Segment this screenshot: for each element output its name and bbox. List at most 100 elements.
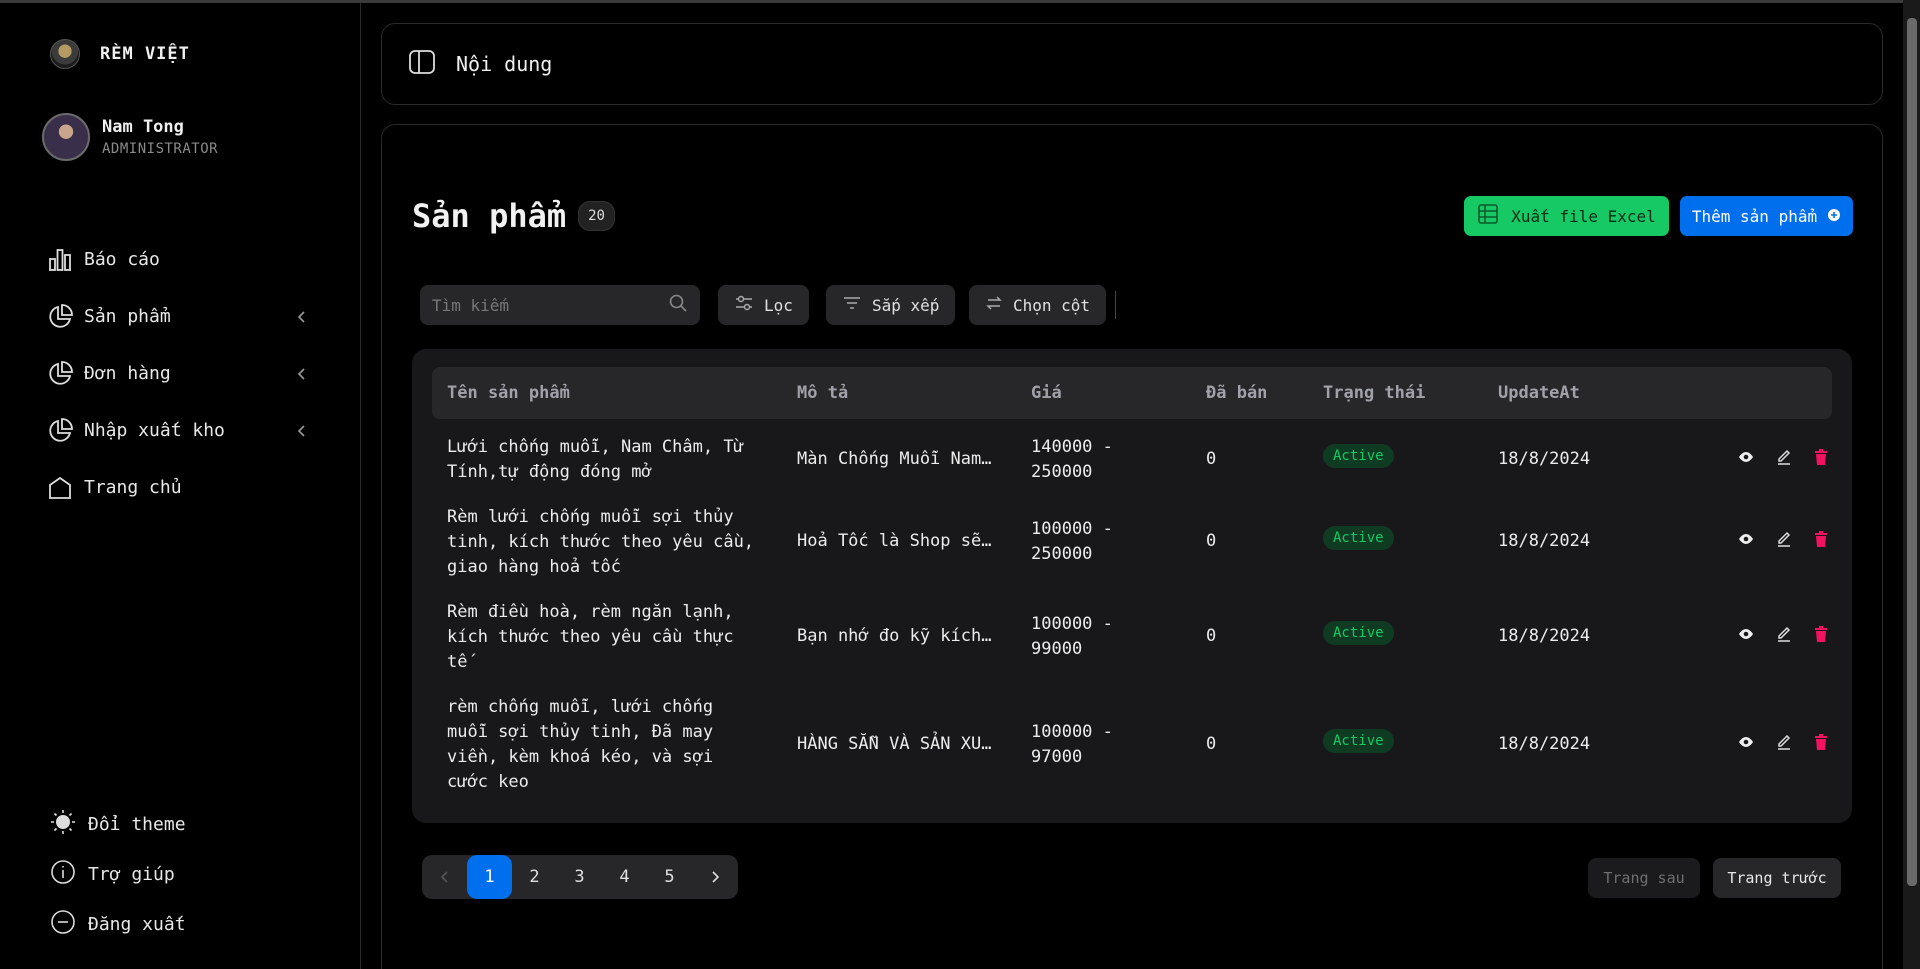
sidebar-item-label: Báo cáo	[84, 249, 160, 270]
sort-icon	[842, 295, 862, 315]
filter-button[interactable]: Lọc	[718, 285, 809, 325]
user-role: ADMINISTRATOR	[102, 141, 219, 157]
sun-icon	[50, 809, 76, 840]
chevron-left-icon	[296, 308, 308, 329]
product-sold: 0	[1206, 734, 1217, 754]
status-badge: Active	[1323, 444, 1394, 468]
product-price: 140000 -250000	[1031, 437, 1113, 482]
add-product-label: Thêm sản phẩm	[1691, 206, 1818, 226]
choose-columns-button[interactable]: Chọn cột	[969, 285, 1107, 325]
eye-icon[interactable]	[1738, 627, 1754, 641]
product-description: Màn Chống Muỗi Nam…	[797, 449, 992, 469]
sidebar-bottom-nav: Đổi theme Trợ giúp Đăng xuất	[50, 799, 186, 949]
trash-icon[interactable]	[1814, 734, 1828, 750]
help-label: Trợ giúp	[88, 863, 175, 885]
logout-button[interactable]: Đăng xuất	[50, 899, 186, 949]
next-page-button[interactable]: Trang sau	[1588, 858, 1700, 898]
product-updated: 18/8/2024	[1498, 531, 1591, 551]
eye-icon[interactable]	[1738, 532, 1754, 546]
page-button-5[interactable]: 5	[647, 855, 692, 899]
pagination-prev-arrow[interactable]	[422, 855, 467, 899]
product-price: 100000 -97000	[1031, 722, 1113, 767]
previous-page-button[interactable]: Trang trước	[1713, 858, 1841, 898]
search-box	[420, 285, 700, 325]
product-price: 100000 -250000	[1031, 519, 1113, 564]
product-price: 100000 -99000	[1031, 614, 1113, 659]
column-header-status[interactable]: Trạng thái	[1323, 383, 1425, 403]
trash-icon[interactable]	[1814, 449, 1828, 465]
sidebar-item-bao-cao[interactable]: Báo cáo	[46, 231, 316, 288]
eye-icon[interactable]	[1738, 450, 1754, 464]
main-content: Sản phẩm 20 Xuất file Excel Thêm sản phẩ…	[381, 124, 1883, 969]
export-excel-button[interactable]: Xuất file Excel	[1464, 196, 1669, 236]
brand-name: RÈM VIỆT	[100, 44, 190, 64]
column-header-updated[interactable]: UpdateAt	[1498, 383, 1580, 403]
page-button-2[interactable]: 2	[512, 855, 557, 899]
column-header-name[interactable]: Tên sản phẩm	[447, 383, 570, 403]
search-icon[interactable]	[668, 293, 688, 317]
user-profile[interactable]: Nam Tong ADMINISTRATOR	[42, 113, 218, 161]
sidebar-item-san-pham[interactable]: Sản phẩm	[46, 288, 316, 345]
product-name: Rèm điều hoà, rèm ngăn lạnh, kích thước t…	[447, 602, 734, 672]
edit-icon[interactable]	[1776, 530, 1792, 547]
search-input[interactable]	[432, 295, 668, 315]
page-button-4[interactable]: 4	[602, 855, 647, 899]
product-description: Hoả Tốc là Shop sẽ…	[797, 531, 992, 551]
toolbar-divider	[1115, 291, 1116, 319]
page-button-1[interactable]: 1	[467, 855, 512, 899]
trash-icon[interactable]	[1814, 531, 1828, 547]
product-description: HÀNG SẴN VÀ SẢN XU…	[797, 734, 992, 754]
add-product-button[interactable]: Thêm sản phẩm	[1680, 196, 1853, 236]
change-theme-button[interactable]: Đổi theme	[50, 799, 186, 849]
pagination-next-arrow[interactable]	[692, 855, 737, 899]
column-header-description[interactable]: Mô tả	[797, 383, 848, 403]
sidebar-item-label: Nhập xuất kho	[84, 420, 225, 441]
edit-icon[interactable]	[1776, 625, 1792, 642]
topbar: Nội dung	[381, 23, 1883, 105]
page-title: Sản phẩm 20	[412, 197, 615, 235]
edit-icon[interactable]	[1776, 733, 1792, 750]
help-button[interactable]: Trợ giúp	[50, 849, 186, 899]
plus-circle-icon	[1827, 207, 1841, 226]
swap-arrows-icon	[985, 294, 1003, 316]
trash-icon[interactable]	[1814, 626, 1828, 642]
product-name: Lưới chống muỗi, Nam Châm, Từ Tính,tự độn…	[447, 437, 744, 482]
product-sold: 0	[1206, 626, 1217, 646]
page-scrollbar[interactable]	[1903, 0, 1920, 969]
sidebar-toggle-icon[interactable]	[408, 49, 436, 79]
status-badge: Active	[1323, 729, 1394, 753]
sidebar: RÈM VIỆT Nam Tong ADMINISTRATOR Báo cáo …	[0, 3, 361, 969]
home-icon	[46, 474, 74, 502]
brand[interactable]: RÈM VIỆT	[50, 39, 190, 69]
spreadsheet-icon	[1477, 203, 1499, 229]
eye-icon[interactable]	[1738, 735, 1754, 749]
info-icon	[50, 859, 76, 890]
products-table: Tên sản phẩm Mô tả Giá Đã bán Trạng thái…	[412, 349, 1852, 823]
sidebar-item-label: Đơn hàng	[84, 363, 171, 384]
sort-label: Sắp xếp	[872, 295, 940, 315]
pie-chart-icon	[46, 417, 74, 445]
product-name: Rèm lưới chống muỗi sợi thủy tinh, kích t…	[447, 507, 755, 577]
column-header-sold[interactable]: Đã bán	[1206, 383, 1267, 403]
product-updated: 18/8/2024	[1498, 449, 1591, 469]
sidebar-item-label: Sản phẩm	[84, 306, 171, 327]
scrollbar-thumb[interactable]	[1907, 18, 1917, 886]
sort-button[interactable]: Sắp xếp	[826, 285, 956, 325]
column-header-price[interactable]: Giá	[1031, 383, 1062, 403]
bar-chart-icon	[46, 246, 74, 274]
page-title-text: Sản phẩm	[412, 197, 567, 235]
topbar-title: Nội dung	[456, 52, 553, 76]
sidebar-item-nhap-xuat-kho[interactable]: Nhập xuất kho	[46, 402, 316, 459]
table-header: Tên sản phẩm Mô tả Giá Đã bán Trạng thái…	[432, 367, 1832, 419]
logout-icon	[50, 909, 76, 940]
sidebar-item-label: Trang chủ	[84, 477, 182, 498]
page-button-3[interactable]: 3	[557, 855, 602, 899]
product-updated: 18/8/2024	[1498, 626, 1591, 646]
user-name: Nam Tong	[102, 117, 184, 137]
sidebar-item-don-hang[interactable]: Đơn hàng	[46, 345, 316, 402]
product-sold: 0	[1206, 449, 1217, 469]
sidebar-item-trang-chu[interactable]: Trang chủ	[46, 459, 316, 516]
pie-chart-icon	[46, 303, 74, 331]
edit-icon[interactable]	[1776, 448, 1792, 465]
logout-label: Đăng xuất	[88, 913, 186, 935]
